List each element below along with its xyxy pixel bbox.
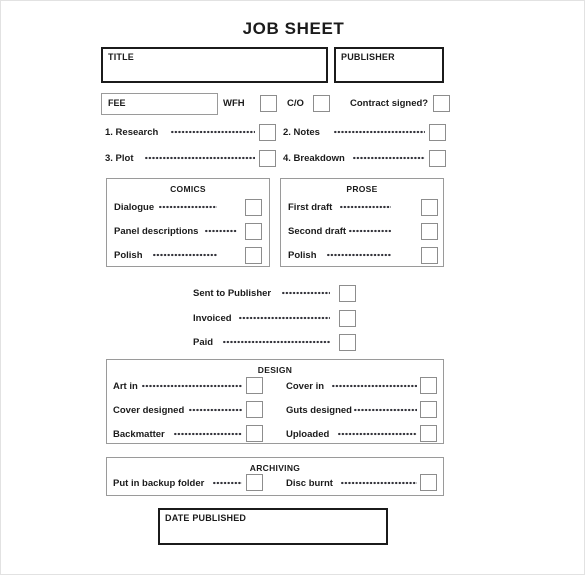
design-checkbox-uploaded[interactable]	[420, 425, 437, 442]
delivery-checkbox-invoiced[interactable]	[339, 310, 356, 327]
design-label-cover-in: Cover in	[286, 381, 325, 392]
design-label-backmatter: Backmatter	[113, 429, 165, 440]
design-label-uploaded: Uploaded	[286, 429, 330, 440]
dot-leader	[349, 226, 391, 236]
task-checkbox-notes[interactable]	[429, 124, 446, 141]
dot-leader	[145, 153, 255, 163]
dot-leader	[239, 313, 330, 323]
fee-field[interactable]: FEE	[101, 93, 218, 115]
comics-label-panel-descriptions: Panel descriptions	[114, 226, 199, 237]
design-group-caption: DESIGN	[257, 365, 293, 375]
delivery-label-sent-to-publisher: Sent to Publisher	[193, 288, 272, 299]
dot-leader	[142, 381, 242, 391]
task-label-research: 1. Research	[105, 127, 159, 138]
archiving-group-caption: ARCHIVING	[249, 463, 301, 473]
page-title: JOB SHEET	[242, 19, 345, 38]
wfh-label: WFH	[223, 98, 245, 109]
prose-checkbox-second-draft[interactable]	[421, 223, 438, 240]
job-sheet-page: JOB SHEET TITLE PUBLISHER FEE WFH C/O Co…	[0, 0, 585, 575]
design-checkbox-backmatter[interactable]	[246, 425, 263, 442]
date-published-field[interactable]: DATE PUBLISHED	[158, 508, 388, 545]
dot-leader	[353, 153, 425, 163]
comics-checkbox-polish[interactable]	[245, 247, 262, 264]
prose-label-second-draft: Second draft	[288, 226, 347, 237]
archiving-group: ARCHIVING	[106, 457, 444, 496]
task-checkbox-plot[interactable]	[259, 150, 276, 167]
prose-label-polish: Polish	[288, 250, 317, 261]
publisher-field-label: PUBLISHER	[341, 52, 395, 62]
dot-leader	[332, 381, 417, 391]
task-label-breakdown: 4. Breakdown	[283, 153, 345, 164]
title-field[interactable]: TITLE	[101, 47, 328, 83]
design-label-cover-designed: Cover designed	[113, 405, 185, 416]
comics-checkbox-panel-descriptions[interactable]	[245, 223, 262, 240]
archiving-checkbox-put-in-backup-folder[interactable]	[246, 474, 263, 491]
fee-field-label: FEE	[108, 98, 126, 108]
title-field-label: TITLE	[108, 52, 134, 62]
design-checkbox-cover-designed[interactable]	[246, 401, 263, 418]
design-checkbox-cover-in[interactable]	[420, 377, 437, 394]
dot-leader	[223, 337, 330, 347]
archiving-checkbox-disc-burnt[interactable]	[420, 474, 437, 491]
prose-label-first-draft: First draft	[288, 202, 333, 213]
task-checkbox-research[interactable]	[259, 124, 276, 141]
dot-leader	[354, 405, 417, 415]
archiving-label-put-in-backup-folder: Put in backup folder	[113, 478, 205, 489]
date-published-label: DATE PUBLISHED	[165, 513, 247, 523]
dot-leader	[327, 250, 391, 260]
design-label-art-in: Art in	[113, 381, 138, 392]
task-checkbox-breakdown[interactable]	[429, 150, 446, 167]
co-label: C/O	[287, 98, 304, 109]
dot-leader	[334, 127, 425, 137]
contract-signed-checkbox[interactable]	[433, 95, 450, 112]
delivery-checkbox-sent-to-publisher[interactable]	[339, 285, 356, 302]
dot-leader	[338, 429, 417, 439]
delivery-label-invoiced: Invoiced	[193, 313, 232, 324]
delivery-checkbox-paid[interactable]	[339, 334, 356, 351]
archiving-label-disc-burnt: Disc burnt	[286, 478, 333, 489]
dot-leader	[174, 429, 242, 439]
design-checkbox-guts-designed[interactable]	[420, 401, 437, 418]
wfh-checkbox[interactable]	[260, 95, 277, 112]
comics-checkbox-dialogue[interactable]	[245, 199, 262, 216]
publisher-field[interactable]: PUBLISHER	[334, 47, 444, 83]
task-label-notes: 2. Notes	[283, 127, 320, 138]
design-label-guts-designed: Guts designed	[286, 405, 352, 416]
delivery-label-paid: Paid	[193, 337, 214, 348]
dot-leader	[213, 478, 242, 488]
design-checkbox-art-in[interactable]	[246, 377, 263, 394]
co-checkbox[interactable]	[313, 95, 330, 112]
dot-leader	[171, 127, 255, 137]
dot-leader	[205, 226, 237, 236]
prose-checkbox-first-draft[interactable]	[421, 199, 438, 216]
dot-leader	[153, 250, 217, 260]
dot-leader	[159, 202, 217, 212]
task-label-plot: 3. Plot	[105, 153, 134, 164]
prose-group-caption: PROSE	[346, 184, 378, 194]
comics-label-dialogue: Dialogue	[114, 202, 155, 213]
dot-leader	[282, 288, 330, 298]
prose-checkbox-polish[interactable]	[421, 247, 438, 264]
comics-group-caption: COMICS	[170, 184, 206, 194]
comics-label-polish: Polish	[114, 250, 143, 261]
dot-leader	[189, 405, 242, 415]
dot-leader	[341, 478, 417, 488]
contract-signed-label: Contract signed?	[350, 98, 429, 109]
dot-leader	[340, 202, 391, 212]
